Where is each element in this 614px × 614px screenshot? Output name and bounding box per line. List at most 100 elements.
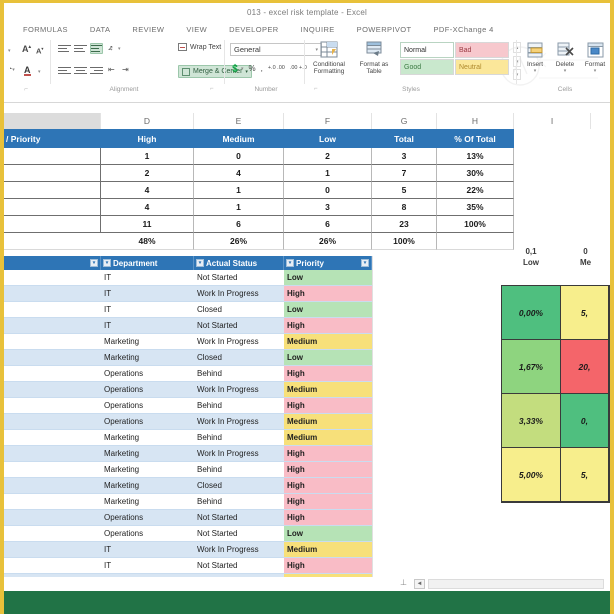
percent-style-button[interactable]: % — [248, 64, 255, 73]
insert-caret-icon[interactable]: ▾ — [534, 69, 537, 75]
increase-indent-icon[interactable]: ⇥ — [122, 65, 129, 74]
orientation-icon[interactable]: ⦨ — [108, 43, 112, 53]
decrease-indent-icon[interactable]: ⇤ — [108, 65, 115, 74]
heatmap-cell[interactable]: 3,33% — [502, 394, 561, 448]
column-header-f[interactable]: F — [284, 113, 372, 129]
summary-row[interactable]: 2 4 1 7 30% — [4, 165, 514, 182]
decrease-font-size-icon[interactable]: A▾ — [36, 46, 43, 56]
column-header-j[interactable] — [591, 113, 610, 129]
summary-total-row[interactable]: 11 6 6 23 100% — [4, 216, 514, 233]
insert-icon — [527, 40, 544, 60]
format-cells-button[interactable]: Format ▾ — [580, 40, 610, 75]
column-header-e[interactable]: E — [194, 113, 284, 129]
column-header-g[interactable]: G — [372, 113, 437, 129]
summary-cell-label — [4, 148, 101, 165]
heatmap-cell[interactable]: 5, — [560, 286, 609, 340]
tab-powerpivot[interactable]: POWERPIVOT — [346, 25, 423, 34]
wrap-text-button[interactable]: Wrap Text — [178, 43, 221, 51]
heatmap-cell[interactable]: 20, — [560, 340, 609, 394]
table-row[interactable]: IT Not Started Low — [4, 270, 372, 286]
table-row[interactable]: Marketing Work In Progress High — [4, 446, 372, 462]
style-normal[interactable]: Normal — [400, 42, 454, 58]
summary-row[interactable]: 4 1 0 5 22% — [4, 182, 514, 199]
table-row[interactable]: Marketing Behind Medium — [4, 430, 372, 446]
column-header-d[interactable]: D — [101, 113, 194, 129]
insert-cells-button[interactable]: Insert ▾ — [520, 40, 550, 75]
table-row[interactable]: Marketing Work In Progress Medium — [4, 334, 372, 350]
style-bad[interactable]: Bad — [455, 42, 509, 58]
table-row[interactable]: Operations Not Started High — [4, 510, 372, 526]
font-size-caret-icon[interactable]: ▾ — [8, 48, 11, 54]
table-row[interactable]: IT Not Started High — [4, 558, 372, 574]
heatmap-cell[interactable]: 5,00% — [502, 448, 561, 502]
tab-pdfxchange[interactable]: PDF-XChange 4 — [423, 25, 505, 34]
style-good[interactable]: Good — [400, 59, 454, 75]
filter-icon-blank[interactable]: ▾ — [90, 259, 98, 267]
table-row[interactable]: Operations Work In Progress Medium — [4, 382, 372, 398]
orientation-caret-icon[interactable]: ▾ — [118, 46, 121, 52]
table-row[interactable]: Operations Behind High — [4, 398, 372, 414]
format-as-table-button[interactable]: Format as Table — [353, 40, 395, 76]
heatmap-cell[interactable]: 5, — [560, 448, 609, 502]
delete-cells-button[interactable]: Delete ▾ — [550, 40, 580, 75]
increase-font-size-icon[interactable]: A▴ — [22, 44, 31, 54]
table-row[interactable]: Operations Work In Progress Medium — [4, 414, 372, 430]
fill-color-icon[interactable]: ◔▾ — [8, 66, 15, 73]
column-header-c[interactable] — [4, 113, 101, 129]
summary-row[interactable]: 4 1 3 8 35% — [4, 199, 514, 216]
conditional-formatting-button[interactable]: Conditional Formatting — [308, 40, 350, 76]
heatmap-cell[interactable]: 0,00% — [502, 286, 561, 340]
heatmap-cell[interactable]: 1,67% — [502, 340, 561, 394]
align-right-icon[interactable] — [90, 65, 103, 76]
align-middle-icon[interactable] — [74, 43, 87, 54]
font-group-dialog-launcher[interactable]: ⌐ — [4, 86, 48, 93]
style-neutral[interactable]: Neutral — [455, 59, 509, 75]
filter-icon-status[interactable]: ▾ — [196, 259, 204, 267]
tab-view[interactable]: VIEW — [175, 25, 218, 34]
detail-cell-department: Operations — [101, 398, 194, 414]
column-header-i[interactable]: I — [514, 113, 591, 129]
scroll-left-button[interactable]: ◄ — [414, 579, 425, 589]
align-bottom-icon[interactable] — [90, 43, 103, 54]
heatmap-cell[interactable]: 0, — [560, 394, 609, 448]
detail-cell-department: Marketing — [101, 446, 194, 462]
tab-review[interactable]: REVIEW — [121, 25, 175, 34]
table-row[interactable]: IT Not Started High — [4, 318, 372, 334]
summary-cell-high: 4 — [101, 182, 194, 199]
table-row[interactable]: Marketing Closed High — [4, 478, 372, 494]
horizontal-scrollbar[interactable] — [428, 579, 604, 589]
increase-decimal-button[interactable]: +.0 .00 — [268, 65, 285, 72]
table-row[interactable]: IT Closed Low — [4, 302, 372, 318]
delete-caret-icon[interactable]: ▾ — [564, 69, 567, 75]
summary-row[interactable]: 1 0 2 3 13% — [4, 148, 514, 165]
tab-inquire[interactable]: INQUIRE — [290, 25, 346, 34]
filter-icon-department[interactable]: ▾ — [103, 259, 111, 267]
alignment-dialog-launcher[interactable]: ⌐ — [210, 86, 214, 92]
align-top-icon[interactable] — [58, 43, 71, 54]
summary-cell-pct: 30% — [437, 165, 514, 182]
table-row[interactable]: Marketing Behind High — [4, 494, 372, 510]
accounting-format-button[interactable]: 💲 ▾ — [230, 64, 243, 73]
font-color-icon[interactable]: A — [24, 65, 31, 76]
table-row[interactable]: Marketing Behind High — [4, 462, 372, 478]
table-row[interactable]: Operations Behind High — [4, 366, 372, 382]
align-center-icon[interactable] — [74, 65, 87, 76]
table-row[interactable]: IT Work In Progress High — [4, 286, 372, 302]
filter-icon-priority[interactable]: ▾ — [286, 259, 294, 267]
tab-formulas[interactable]: FORMULAS — [12, 25, 79, 34]
summary-cell-total: 8 — [372, 199, 437, 216]
summary-percent-row[interactable]: 48% 26% 26% 100% — [4, 233, 514, 250]
comma-style-button[interactable]: , — [261, 64, 263, 73]
table-row[interactable]: Marketing Closed Low — [4, 350, 372, 366]
font-color-caret-icon[interactable]: ▾ — [38, 69, 41, 75]
detail-cell-status: Closed — [194, 302, 284, 318]
column-header-h[interactable]: H — [437, 113, 514, 129]
sheet-tab-scroll-icon[interactable]: ⊥ — [400, 578, 407, 587]
format-caret-icon[interactable]: ▾ — [594, 69, 597, 75]
table-row[interactable]: IT Work In Progress Medium — [4, 542, 372, 558]
table-row[interactable]: Operations Not Started Low — [4, 526, 372, 542]
filter-icon-priority-right[interactable]: ▾ — [361, 259, 369, 267]
align-left-icon[interactable] — [58, 65, 71, 76]
tab-data[interactable]: DATA — [79, 25, 122, 34]
tab-developer[interactable]: DEVELOPER — [218, 25, 289, 34]
